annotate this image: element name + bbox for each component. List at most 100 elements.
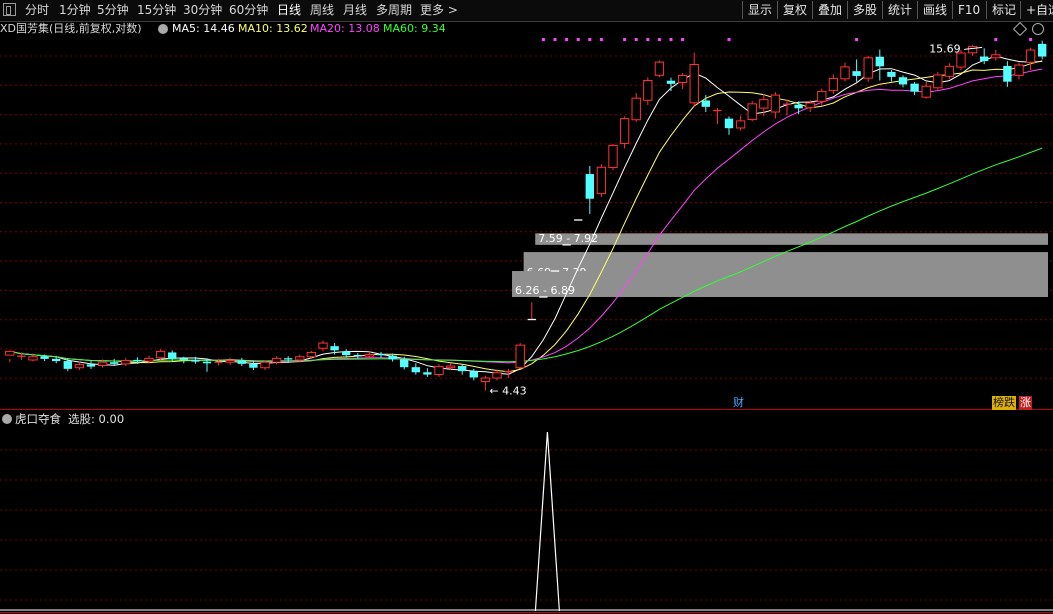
- candle-body: [225, 360, 235, 363]
- candle-body: [898, 77, 908, 85]
- low-price-label: ← 4.43: [489, 385, 526, 398]
- candle-body: [74, 363, 85, 369]
- signal-dot: [541, 38, 545, 41]
- candle-body: [364, 354, 375, 357]
- signal-dot: [669, 38, 673, 41]
- candle-body: [805, 102, 815, 109]
- candle-body: [817, 90, 827, 102]
- candle-body: [875, 56, 884, 67]
- candle-body: [434, 366, 444, 376]
- candle-body: [86, 364, 96, 367]
- candle-body: [342, 351, 351, 356]
- candle-body: [458, 366, 467, 372]
- financial-badge[interactable]: 财: [732, 396, 745, 410]
- candle-body: [121, 360, 131, 365]
- signal-dot: [1029, 38, 1033, 41]
- candle-body: [144, 357, 154, 362]
- signal-dot: [565, 38, 569, 41]
- legend-collapse-icon[interactable]: [158, 24, 168, 34]
- ma10-line: [9, 60, 1043, 373]
- high-price-label: 15.69: [929, 42, 961, 55]
- candle-body: [445, 365, 456, 369]
- gap-label: 7.59 - 7.92: [538, 232, 598, 245]
- candle-body: [619, 118, 630, 144]
- signal-dot: [634, 38, 638, 41]
- candle-body: [770, 94, 781, 113]
- candle-body: [1014, 64, 1024, 76]
- signal-dot: [727, 38, 731, 41]
- candle-body: [1038, 43, 1047, 57]
- candle-body: [1025, 49, 1036, 63]
- signal-dot: [681, 38, 685, 41]
- candle-body: [469, 371, 478, 378]
- indicator-name: 虎口夺食: [15, 412, 61, 426]
- ma20-line: [9, 68, 1043, 364]
- candle-body: [249, 363, 258, 368]
- candle-body: [260, 361, 270, 369]
- candle-body: [492, 372, 502, 379]
- signal-dot: [553, 38, 557, 41]
- limit-up-badge[interactable]: 涨: [1019, 396, 1032, 410]
- candle-body: [677, 75, 688, 83]
- candle-body: [933, 74, 943, 89]
- candle-body: [295, 356, 305, 361]
- candle-body: [735, 120, 746, 129]
- candle-body: [654, 61, 665, 76]
- stock-title: XD国芳集(日线,前复权,对数): [0, 22, 142, 35]
- ranking-badge[interactable]: 榜跌: [992, 396, 1016, 410]
- candle-body: [747, 103, 757, 121]
- candle-body: [168, 352, 177, 359]
- signal-dot: [599, 38, 603, 41]
- candle-body: [643, 80, 653, 101]
- candle-body: [1003, 65, 1012, 82]
- candle-body: [887, 71, 896, 77]
- candle-body: [63, 361, 72, 369]
- candle-body: [828, 77, 839, 92]
- ma60-label: MA60: 9.34: [383, 22, 446, 35]
- candle-body: [921, 85, 931, 98]
- candle-body: [155, 350, 166, 359]
- candle-body: [515, 344, 525, 369]
- candle-body: [759, 99, 769, 109]
- ma5-label: MA5: 14.46: [172, 22, 235, 35]
- candle-body: [271, 357, 282, 363]
- candle-body: [980, 56, 989, 62]
- signal-dot: [646, 38, 650, 41]
- candle-body: [411, 367, 420, 373]
- signal-dot: [623, 38, 627, 41]
- gap-band: [535, 233, 1048, 245]
- candle-body: [596, 166, 607, 195]
- ma5-line: [9, 55, 1043, 375]
- candle-body: [991, 54, 1001, 59]
- candle-body: [724, 118, 734, 129]
- candle-body: [330, 346, 339, 351]
- indicator-collapse-icon[interactable]: [2, 414, 12, 424]
- kline-chart[interactable]: 7.59 - 7.926.69 - 7.396.26 - 6.8915.69← …: [0, 0, 1053, 614]
- candle-body: [585, 174, 594, 199]
- candle-body: [110, 362, 119, 364]
- candle-body: [388, 355, 397, 360]
- signal-dot: [994, 38, 998, 41]
- ma20-label: MA20: 13.08: [310, 22, 380, 35]
- signal-dot: [576, 38, 580, 41]
- candle-body: [689, 63, 699, 104]
- candle-body: [202, 361, 212, 364]
- candle-body: [967, 45, 978, 54]
- signal-dot: [855, 38, 859, 41]
- indicator-spike: [534, 431, 560, 612]
- candle-body: [423, 372, 432, 375]
- candle-body: [28, 356, 38, 361]
- candle-body: [191, 359, 200, 362]
- candle-body: [400, 359, 409, 368]
- indicator-value: 选股: 0.00: [68, 412, 125, 426]
- gap-band: [512, 271, 1048, 297]
- candle-body: [480, 377, 491, 383]
- candle-body: [40, 356, 49, 359]
- candle-body: [318, 342, 328, 349]
- candle-body: [840, 66, 850, 80]
- candle-body: [52, 358, 61, 362]
- signal-dot: [588, 38, 592, 41]
- candle-body: [852, 71, 861, 76]
- circle-option-icon[interactable]: [1032, 23, 1044, 35]
- candle-body: [631, 97, 641, 121]
